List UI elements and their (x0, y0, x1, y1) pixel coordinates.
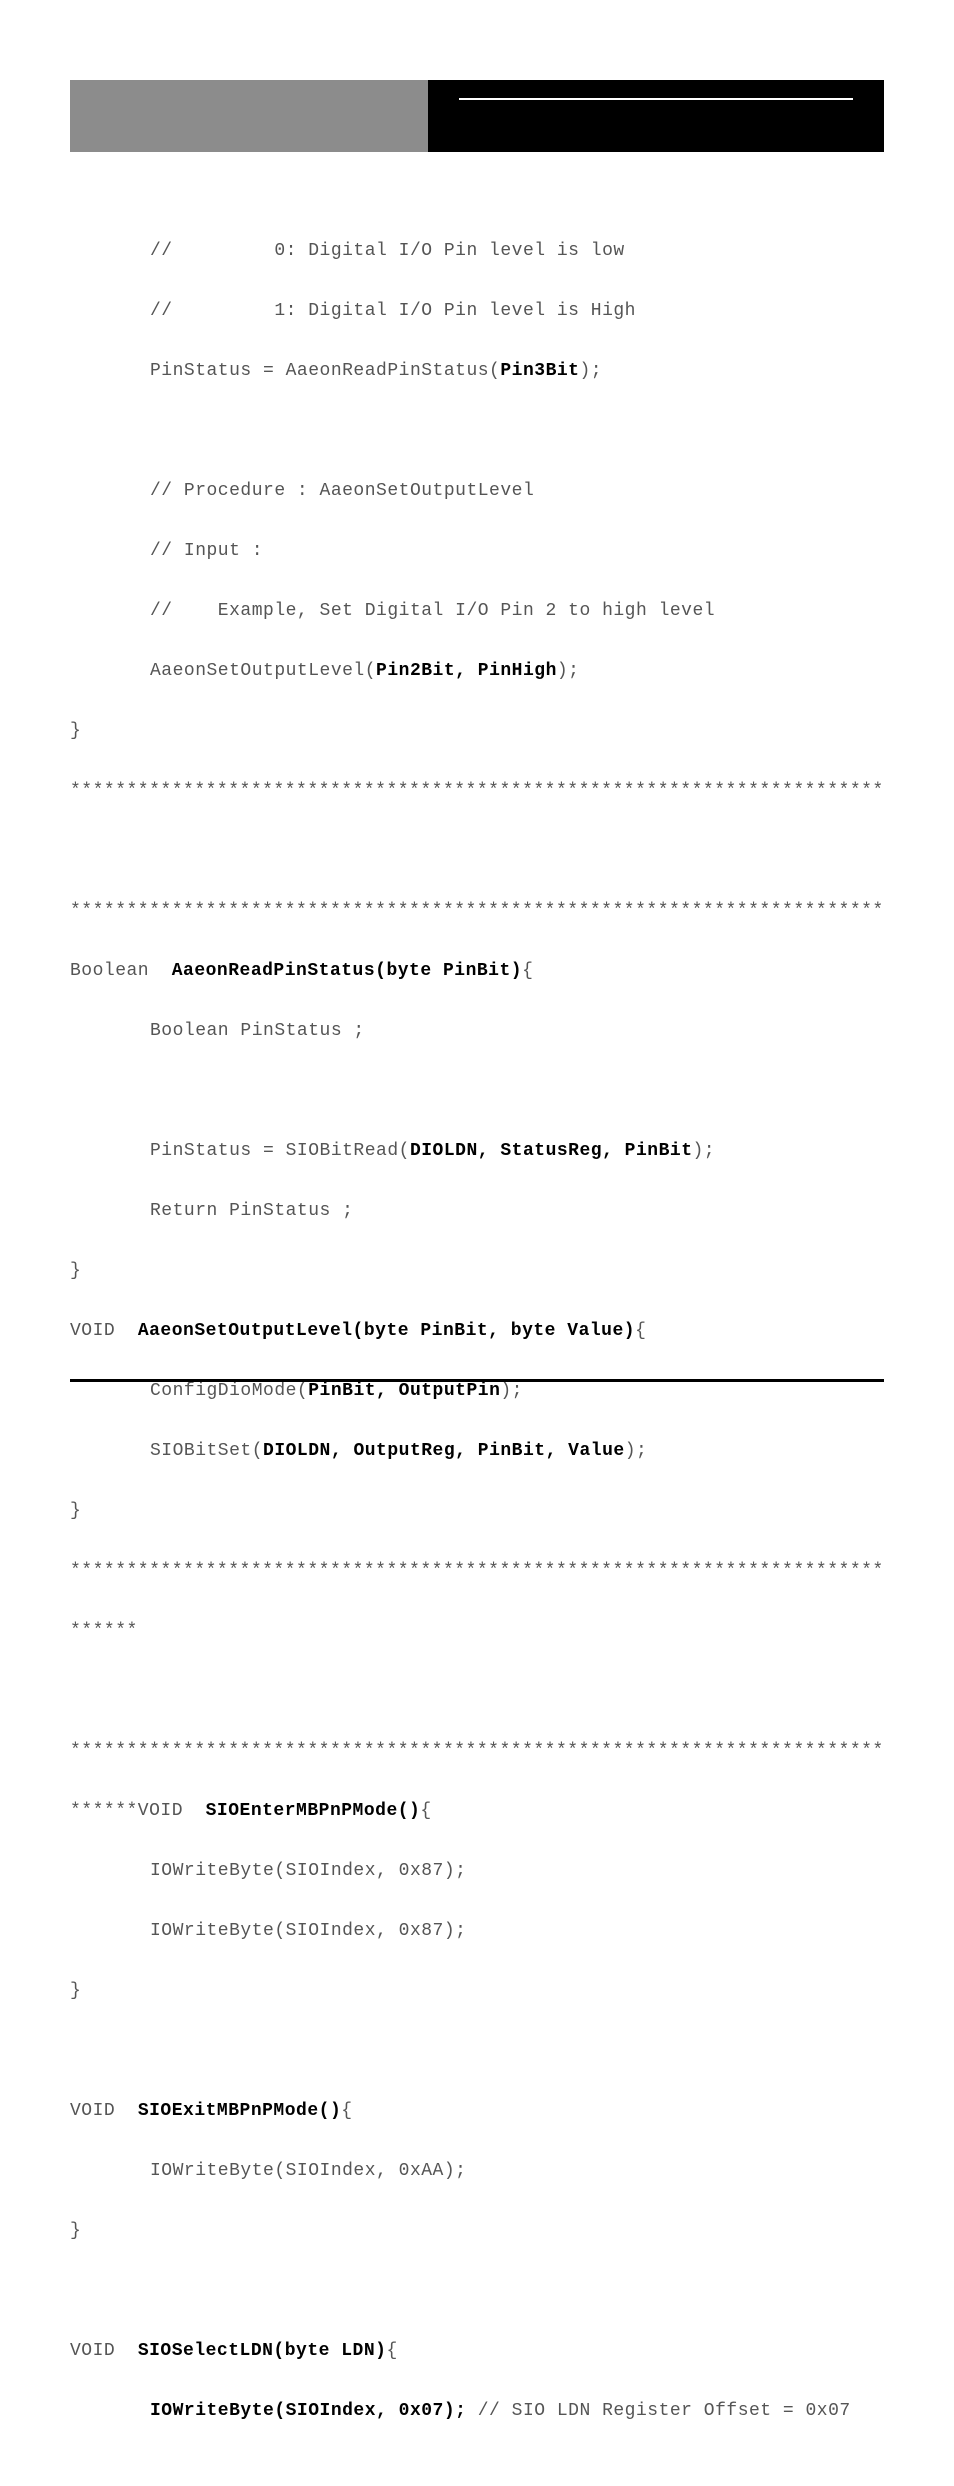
header-band (70, 80, 884, 152)
code-line: ); (579, 361, 602, 381)
code-line: IOWriteByte(SIOIndex, 0x87); (150, 1921, 466, 1941)
code-line: IOWriteByte(SIOIndex, 0xAA); (150, 2161, 466, 2181)
code-line: // Example, Set Digital I/O Pin 2 to hig… (150, 601, 715, 621)
code-line: SIOBitSet( (150, 1441, 263, 1461)
code-line: ConfigDioMode( (150, 1381, 308, 1401)
code-line: } (70, 721, 81, 741)
code-line: // SIO LDN Register Offset = 0x07 (466, 2401, 850, 2421)
header-divider-line (459, 98, 854, 100)
code-line: // Procedure : AaeonSetOutputLevel (150, 481, 534, 501)
code-line: IOWriteByte(SIOIndex, 0x87); (150, 1861, 466, 1881)
code-line: ****************************************… (70, 901, 884, 921)
code-line: Return PinStatus ; (150, 1201, 353, 1221)
code-line: } (70, 2221, 81, 2241)
footer-divider (70, 1379, 884, 1382)
code-bold: Pin2Bit, PinHigh (376, 661, 557, 681)
code-content: // 0: Digital I/O Pin level is low // 1:… (70, 206, 884, 2486)
code-bold: DIOLDN, OutputReg, PinBit, Value (263, 1441, 625, 1461)
code-line: // Input : (150, 541, 263, 561)
code-bold: AaeonReadPinStatus(byte PinBit) (172, 961, 522, 981)
code-bold: DIOLDN, StatusReg, PinBit (410, 1141, 693, 1161)
code-bold: SIOSelectLDN(byte LDN) (138, 2341, 387, 2361)
code-line: VOID (70, 1321, 138, 1341)
code-bold: Pin3Bit (500, 361, 579, 381)
code-line: // 0: Digital I/O Pin level is low (150, 241, 625, 261)
code-line: ****************************************… (70, 1561, 884, 1581)
code-bold: PinBit, OutputPin (308, 1381, 500, 1401)
code-bold: SIOEnterMBPnPMode() (206, 1801, 421, 1821)
header-left-grey (70, 80, 428, 152)
code-line: ); (500, 1381, 523, 1401)
code-line: { (420, 1801, 431, 1821)
page: // 0: Digital I/O Pin level is low // 1:… (0, 0, 954, 1434)
code-line: ); (625, 1441, 648, 1461)
code-line: { (522, 961, 533, 981)
code-line: ****************************************… (70, 781, 884, 801)
code-line: } (70, 1261, 81, 1281)
code-line: ); (693, 1141, 716, 1161)
code-line: VOID (70, 2341, 138, 2361)
code-line: // 1: Digital I/O Pin level is High (150, 301, 636, 321)
code-line: PinStatus = SIOBitRead( (150, 1141, 410, 1161)
code-line: Boolean PinStatus ; (150, 1021, 365, 1041)
code-line: Boolean (70, 961, 172, 981)
code-line: } (70, 1981, 81, 2001)
code-line: ****************************************… (70, 1741, 884, 1761)
code-line: { (386, 2341, 397, 2361)
code-bold: SIOExitMBPnPMode() (138, 2101, 341, 2121)
code-line: AaeonSetOutputLevel( (150, 661, 376, 681)
code-line: PinStatus = AaeonReadPinStatus( (150, 361, 500, 381)
code-line: { (635, 1321, 646, 1341)
code-bold: AaeonSetOutputLevel(byte PinBit, byte Va… (138, 1321, 635, 1341)
code-line: VOID (70, 2101, 138, 2121)
code-bold: IOWriteByte(SIOIndex, 0x07); (150, 2401, 466, 2421)
header-right-black (428, 80, 884, 152)
code-line: ****** (70, 1621, 138, 1641)
code-line: ); (557, 661, 580, 681)
code-line: } (70, 1501, 81, 1521)
code-line: ******VOID (70, 1801, 206, 1821)
code-line: { (341, 2101, 352, 2121)
